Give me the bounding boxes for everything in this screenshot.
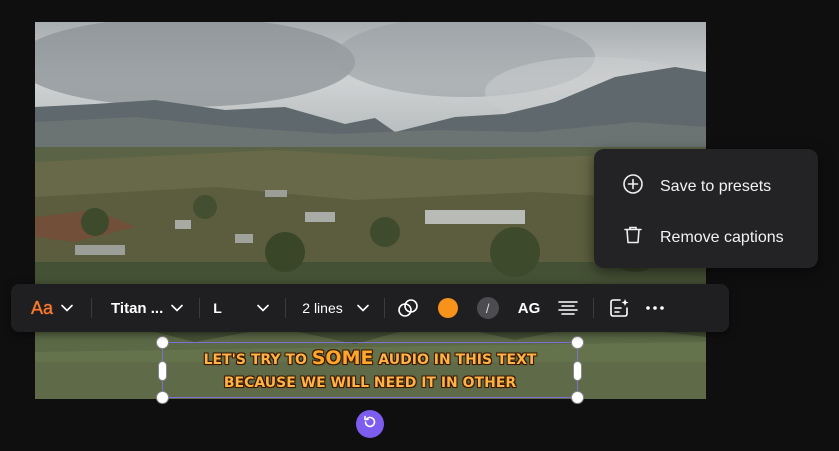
divider xyxy=(285,298,287,318)
plus-circle-icon xyxy=(622,173,644,200)
resize-handle-top-right[interactable] xyxy=(571,336,584,349)
caption-toolbar: Aa Titan ... L 2 lines / AG xyxy=(11,284,729,332)
no-background-button[interactable]: / xyxy=(476,284,499,332)
chevron-down-icon xyxy=(61,304,73,312)
text-color-button[interactable] xyxy=(437,284,458,332)
font-size-dropdown[interactable]: L xyxy=(213,284,270,332)
rotate-icon xyxy=(362,414,378,435)
caption-context-menu: Save to presets Remove captions xyxy=(594,149,818,268)
font-family-dropdown[interactable]: Titan ... xyxy=(111,284,184,332)
lines-dropdown[interactable]: 2 lines xyxy=(302,284,369,332)
chevron-down-icon xyxy=(356,304,369,312)
divider xyxy=(91,298,93,318)
caption-line-2: BECAUSE WE WILL NEED IT IN OTHER xyxy=(223,375,517,391)
caption-line-1: LET'S TRY TO SOME AUDIO IN THIS TEXT xyxy=(203,347,537,369)
rotate-button[interactable] xyxy=(356,410,384,438)
resize-handle-left[interactable] xyxy=(158,361,167,381)
caption-text-box[interactable]: LET'S TRY TO SOME AUDIO IN THIS TEXT BEC… xyxy=(156,336,584,404)
no-fill-icon: / xyxy=(476,297,499,319)
resize-handle-bottom-right[interactable] xyxy=(571,391,584,404)
resize-handle-bottom-left[interactable] xyxy=(156,391,169,404)
text-style-dropdown[interactable]: Aa xyxy=(31,284,73,332)
font-size-label: L xyxy=(213,300,222,316)
save-to-presets-label: Save to presets xyxy=(660,177,772,195)
text-case-button[interactable]: AG xyxy=(518,284,541,332)
save-to-presets-item[interactable]: Save to presets xyxy=(622,173,771,200)
ai-caption-button[interactable] xyxy=(608,284,630,332)
divider xyxy=(593,298,595,318)
divider xyxy=(383,298,385,318)
resize-handle-top-left[interactable] xyxy=(156,336,169,349)
remove-captions-label: Remove captions xyxy=(660,228,784,246)
chevron-down-icon xyxy=(171,304,184,312)
lines-label: 2 lines xyxy=(302,300,343,316)
text-align-button[interactable] xyxy=(558,284,579,332)
more-options-button[interactable] xyxy=(646,284,665,332)
effects-button[interactable] xyxy=(397,284,419,332)
link-rings-icon xyxy=(397,299,418,317)
divider xyxy=(199,298,201,318)
color-swatch xyxy=(437,298,458,318)
text-case-label: AG xyxy=(517,299,541,317)
more-horizontal-icon xyxy=(646,306,665,310)
align-center-icon xyxy=(558,301,579,315)
chevron-down-icon xyxy=(257,304,270,312)
resize-handle-right[interactable] xyxy=(573,361,582,381)
sparkle-text-icon xyxy=(610,299,629,317)
trash-icon xyxy=(622,224,644,251)
font-family-label: Titan ... xyxy=(111,299,164,317)
text-style-icon: Aa xyxy=(31,297,54,318)
remove-captions-item[interactable]: Remove captions xyxy=(622,224,784,251)
